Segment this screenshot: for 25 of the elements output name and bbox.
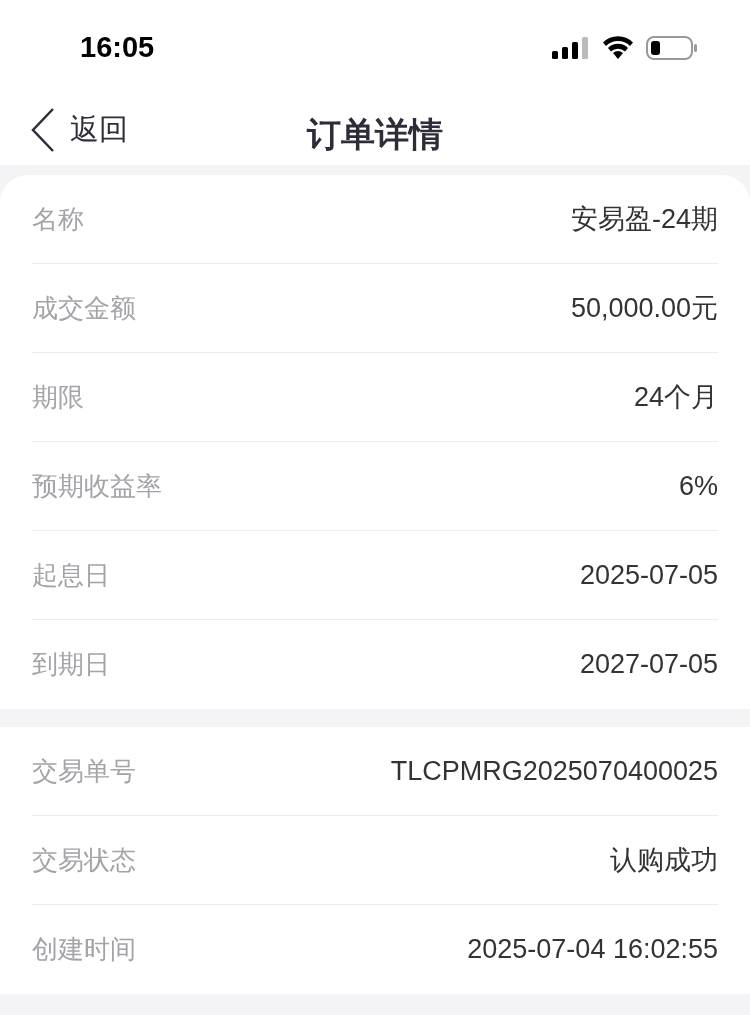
- field-label: 期限: [32, 380, 84, 414]
- field-value: 安易盈-24期: [570, 202, 718, 236]
- wifi-icon: [602, 36, 634, 59]
- field-label: 交易状态: [32, 843, 136, 877]
- field-value: 认购成功: [610, 843, 718, 877]
- field-value: 2025-07-04 16:02:55: [467, 933, 718, 967]
- field-label: 创建时间: [32, 933, 136, 966]
- field-value: 50,000.00元: [570, 291, 718, 325]
- battery-icon: [646, 35, 698, 60]
- field-label: 成交金额: [32, 291, 136, 325]
- page-title: 订单详情: [307, 114, 443, 155]
- field-value: 2027-07-05: [579, 648, 718, 682]
- field-value: 2025-07-05: [579, 558, 718, 592]
- signal-icon: [552, 36, 590, 59]
- field-label: 到期日: [32, 648, 110, 681]
- status-time: 16:05: [80, 29, 155, 65]
- field-label: 起息日: [32, 558, 110, 592]
- field-value: 6%: [678, 469, 718, 503]
- field-value: 24个月: [633, 380, 718, 414]
- field-label: 名称: [32, 202, 84, 236]
- back-button[interactable]: 返回: [30, 107, 128, 153]
- field-label: 预期收益率: [32, 469, 162, 503]
- back-icon: [30, 107, 56, 153]
- field-label: 交易单号: [32, 754, 136, 788]
- field-value: TLCPMRG2025070400025: [390, 754, 718, 788]
